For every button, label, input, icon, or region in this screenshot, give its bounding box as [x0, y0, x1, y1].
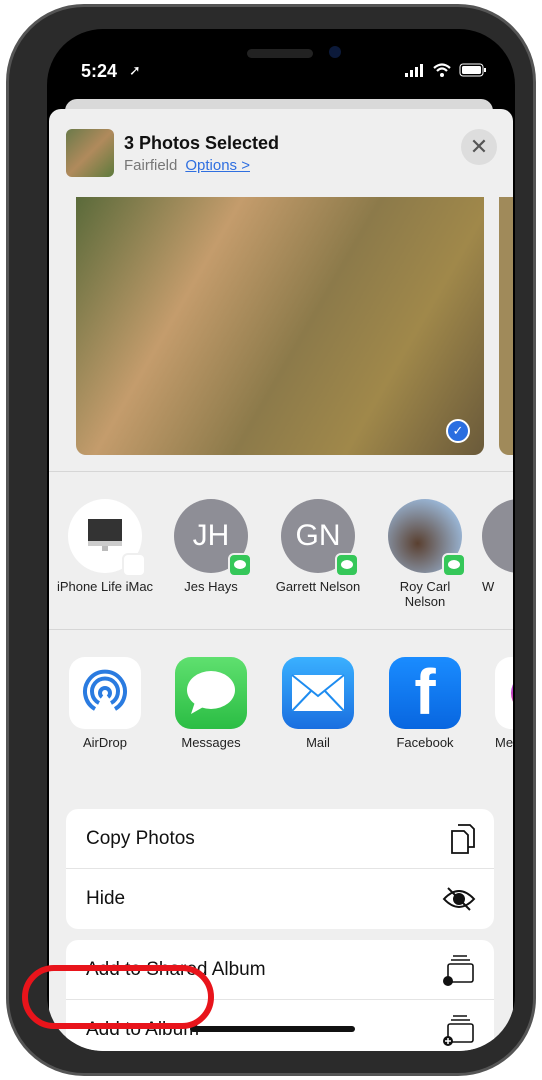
action-copy-photos[interactable]: Copy Photos — [66, 809, 494, 869]
checkmark-icon: ✓ — [446, 419, 470, 443]
messenger-icon — [495, 657, 513, 729]
location-label: Fairfield — [124, 157, 178, 174]
person-iphone-life-imac[interactable]: iPhone Life iMac — [55, 499, 155, 594]
messages-badge-icon — [228, 553, 252, 577]
person-garrett-nelson[interactable]: GN Garrett Nelson — [268, 499, 368, 594]
share-sheet: 3 Photos Selected Fairfield Options > ✕ ✓… — [49, 109, 513, 1051]
people-row: iPhone Life iMac JH Jes Hays GN Garrett … — [49, 499, 513, 614]
person-name: W — [482, 579, 495, 594]
signal-icon — [405, 63, 423, 77]
avatar — [68, 499, 146, 577]
eye-slash-icon — [442, 887, 476, 911]
close-button[interactable]: ✕ — [461, 129, 497, 165]
app-facebook[interactable]: f Facebook — [375, 657, 475, 750]
battery-icon — [459, 63, 486, 77]
next-photo-preview[interactable] — [499, 197, 513, 455]
location-arrow-icon: ➚ — [129, 62, 141, 78]
avatar-photo — [388, 499, 466, 577]
actions-group-1: Copy Photos Hide — [66, 809, 494, 929]
copy-icon — [451, 823, 475, 854]
app-label: Me — [495, 735, 513, 750]
add-album-icon — [443, 1015, 474, 1046]
app-mail[interactable]: Mail — [268, 657, 368, 750]
person-name: Jes Hays — [184, 579, 238, 594]
phone-frame: 5:24 ➚ 3 Photos Selected Fairfield Option… — [6, 4, 536, 1076]
app-label: Mail — [306, 735, 330, 750]
share-header: 3 Photos Selected Fairfield Options > ✕ — [49, 109, 513, 197]
person-partial[interactable]: W — [482, 499, 513, 594]
shared-album-icon — [443, 954, 474, 986]
mail-icon — [282, 657, 354, 729]
photo-thumbnail — [66, 129, 114, 177]
close-icon: ✕ — [469, 134, 489, 159]
person-roy-carl-nelson[interactable]: Roy Carl Nelson — [375, 499, 475, 609]
action-hide[interactable]: Hide — [66, 869, 494, 929]
avatar: GN — [281, 499, 359, 577]
action-label: Hide — [86, 888, 126, 909]
person-name: Roy Carl Nelson — [399, 579, 451, 609]
facebook-icon: f — [389, 657, 461, 729]
camera — [329, 46, 341, 58]
action-label: Copy Photos — [86, 827, 195, 849]
app-label: AirDrop — [82, 735, 128, 750]
screen: 5:24 ➚ 3 Photos Selected Fairfield Option… — [47, 29, 515, 1051]
divider — [49, 629, 513, 630]
app-partial[interactable]: Me — [495, 657, 513, 750]
status-bar: 5:24 ➚ — [47, 59, 515, 89]
app-messages[interactable]: Messages — [161, 657, 261, 750]
app-airdrop[interactable]: AirDrop — [55, 657, 155, 750]
home-indicator[interactable] — [190, 1026, 355, 1032]
divider — [49, 471, 513, 472]
options-link[interactable]: Options > — [185, 157, 250, 174]
photo-preview[interactable]: ✓ — [76, 197, 484, 455]
person-jes-hays[interactable]: JH Jes Hays — [161, 499, 261, 594]
wifi-icon — [433, 63, 451, 77]
messages-icon — [175, 657, 247, 729]
avatar — [482, 499, 513, 573]
person-name: Garrett Nelson — [275, 579, 361, 594]
airdrop-badge-icon — [122, 553, 146, 577]
person-name: iPhone Life iMac — [56, 579, 154, 594]
messages-badge-icon — [335, 553, 359, 577]
share-title: 3 Photos Selected — [124, 133, 280, 153]
highlight-annotation-circle — [22, 965, 214, 1029]
airdrop-icon — [69, 657, 141, 729]
messages-badge-icon — [442, 553, 466, 577]
speaker — [247, 49, 313, 58]
app-label: Facebook — [396, 735, 454, 750]
status-time: 5:24 — [81, 61, 118, 81]
avatar: JH — [174, 499, 252, 577]
app-label: Messages — [181, 735, 241, 750]
